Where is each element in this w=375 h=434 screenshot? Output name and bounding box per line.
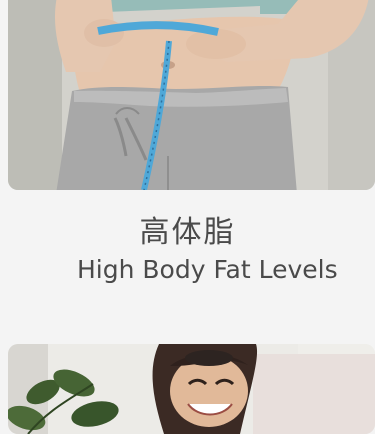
measuring-waist-photo	[8, 0, 375, 190]
card-title-en: High Body Fat Levels	[77, 255, 338, 284]
card-title-cn: 高体脂	[139, 215, 236, 250]
smiling-person-with-plant-photo	[8, 344, 375, 434]
